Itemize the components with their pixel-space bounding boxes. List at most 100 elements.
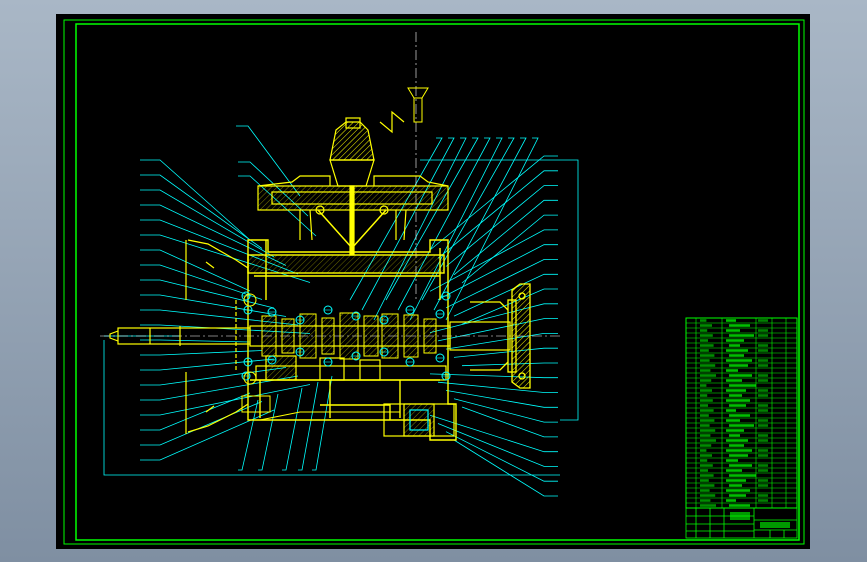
bom-cell-text: [700, 409, 714, 412]
bom-cell-text: [700, 354, 715, 357]
bom-cell-text: [758, 374, 768, 377]
bom-cell-text: [758, 454, 768, 457]
gear: [403, 314, 419, 358]
bom-cell-text: [700, 429, 716, 432]
bom-cell-text: [700, 359, 710, 362]
bom-cell-text: [700, 434, 711, 437]
bom-cell-text: [758, 319, 768, 322]
bom-cell-text: [758, 364, 768, 367]
bom-cell-text: [729, 324, 750, 327]
bom-cell-text: [726, 359, 752, 362]
bom-cell-text: [700, 474, 714, 477]
bom-cell-text: [700, 344, 714, 347]
bom-cell-text: [729, 374, 752, 377]
bom-cell-text: [726, 419, 740, 422]
bom-cell-text: [758, 484, 768, 487]
bom-cell-text: [729, 354, 744, 357]
drawing-canvas[interactable]: [56, 14, 810, 549]
bom-cell-text: [700, 489, 710, 492]
bom-cell-text: [758, 419, 768, 422]
gear: [281, 318, 295, 354]
bom-cell-text: [729, 434, 740, 437]
bom-cell-text: [726, 329, 740, 332]
bom-cell-text: [700, 379, 712, 382]
bom-cell-text: [729, 384, 756, 387]
bom-cell-text: [700, 504, 716, 507]
bom-cell-text: [729, 484, 742, 487]
gear: [321, 317, 335, 355]
bom-cell-text: [729, 494, 746, 497]
bom-cell-text: [758, 329, 768, 332]
bom-cell-text: [758, 424, 768, 427]
bom-cell-text: [700, 369, 711, 372]
bom-cell-text: [758, 409, 768, 412]
bom-cell-text: [729, 344, 740, 347]
bom-cell-text: [758, 494, 768, 497]
bom-cell-text: [726, 389, 746, 392]
bom-cell-text: [729, 334, 754, 337]
bom-cell-text: [729, 464, 752, 467]
bom-cell-text: [726, 439, 748, 442]
bom-cell-text: [729, 404, 746, 407]
bom-cell-text: [700, 394, 708, 397]
bom-cell-text: [700, 424, 710, 427]
bom-cell-text: [726, 459, 738, 462]
bom-cell-text: [700, 404, 708, 407]
bom-cell-text: [700, 319, 707, 322]
bom-cell-text: [729, 394, 742, 397]
bom-cell-text: [700, 459, 708, 462]
bom-cell-text: [700, 449, 707, 452]
bom-cell-text: [758, 449, 768, 452]
bom-cell-text: [758, 479, 768, 482]
bom-cell-text: [726, 499, 736, 502]
bom-cell-text: [700, 374, 716, 377]
cad-window: [0, 0, 867, 562]
bom-cell-text: [729, 504, 750, 507]
cad-drawing: [0, 0, 867, 562]
bom-cell-text: [758, 349, 768, 352]
bom-cell-text: [700, 484, 715, 487]
bom-cell-text: [700, 399, 713, 402]
bom-cell-text: [758, 404, 768, 407]
bom-cell-text: [758, 469, 768, 472]
bom-cell-text: [726, 449, 752, 452]
bom-cell-text: [729, 424, 754, 427]
bom-cell-text: [758, 344, 768, 347]
bom-cell-text: [700, 494, 716, 497]
bom-cell-text: [758, 434, 768, 437]
bom-cell-text: [726, 429, 744, 432]
bom-cell-text: [729, 414, 750, 417]
bom-cell-text: [758, 334, 768, 337]
bom-cell-text: [758, 389, 768, 392]
bom-cell-text: [758, 394, 768, 397]
bom-cell-text: [700, 324, 712, 327]
bom-cell-text: [726, 409, 736, 412]
gear: [381, 313, 399, 359]
bom-cell-text: [726, 489, 750, 492]
mainshaft-gears: [261, 312, 437, 360]
bom-cell-text: [726, 349, 748, 352]
gear: [261, 315, 277, 357]
bom-cell-text: [726, 369, 738, 372]
bom-cell-text: [700, 389, 712, 392]
bom-cell-text: [758, 499, 768, 502]
bom-cell-text: [726, 469, 742, 472]
bom-cell-text: [700, 454, 712, 457]
bom-cell-text: [700, 329, 708, 332]
bom-cell-text: [700, 469, 708, 472]
gear: [299, 313, 317, 359]
bom-cell-text: [758, 379, 768, 382]
bom-cell-text: [700, 339, 708, 342]
bom-cell-text: [758, 464, 768, 467]
bom-cell-text: [729, 454, 748, 457]
bom-cell-text: [700, 414, 709, 417]
gear: [363, 315, 379, 357]
bom-cell-text: [729, 474, 756, 477]
bom-cell-text: [700, 364, 716, 367]
gear: [423, 318, 437, 354]
bom-cell-text: [726, 339, 744, 342]
bom-cell-text: [700, 444, 712, 447]
bom-cell-text: [758, 439, 768, 442]
bom-cell-text: [700, 334, 713, 337]
bom-cell-text: [726, 319, 736, 322]
